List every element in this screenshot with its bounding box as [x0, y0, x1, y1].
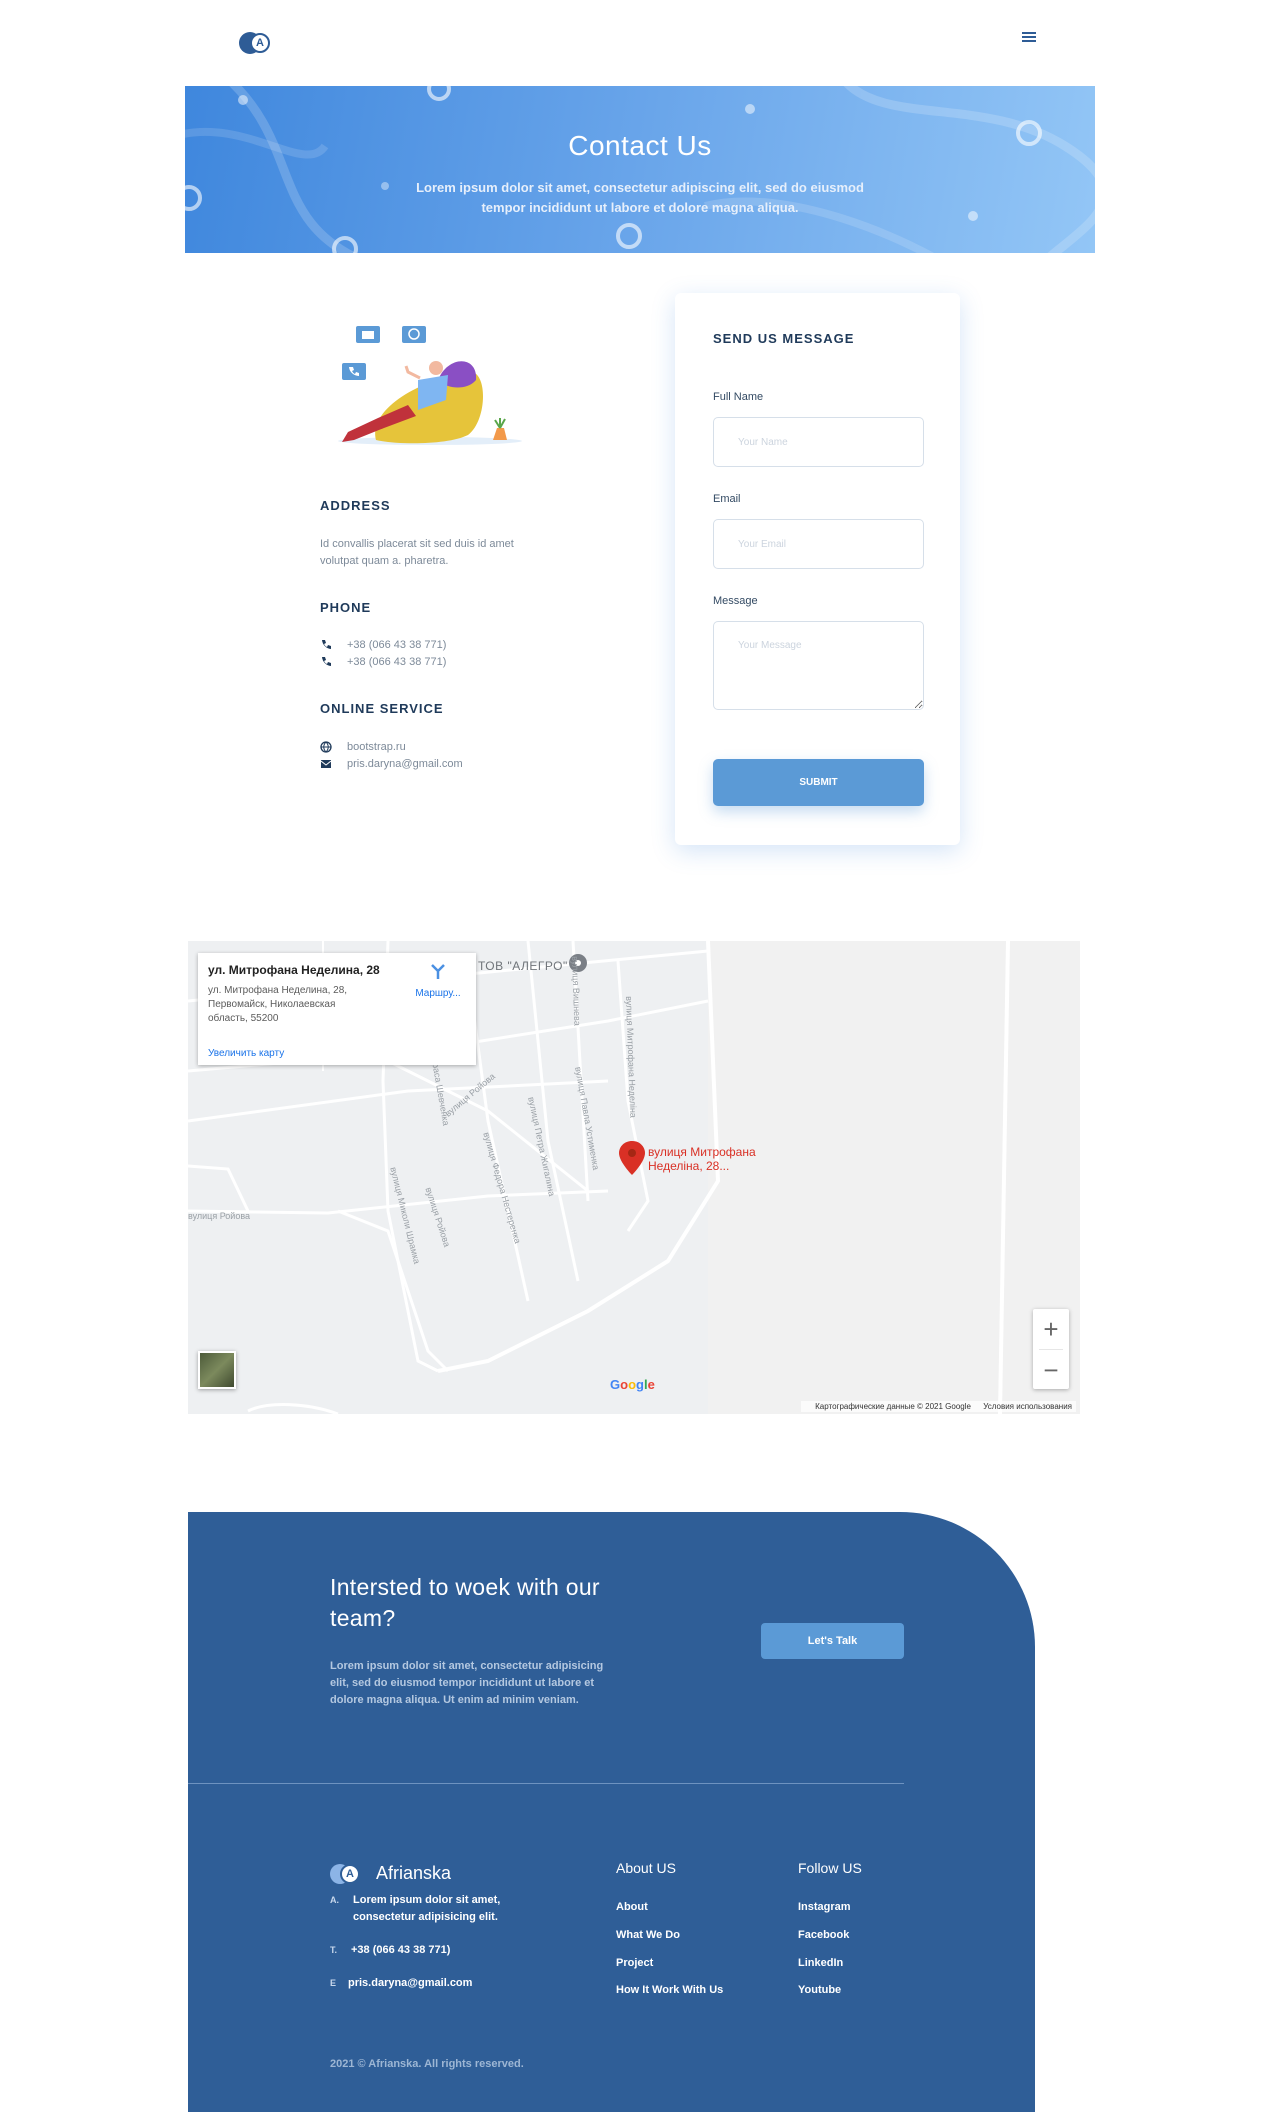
- address-heading: ADDRESS: [320, 498, 391, 513]
- location-pin-label[interactable]: вулиця Митрофана Неделіна, 28...: [648, 1145, 778, 1173]
- zoom-out-button[interactable]: −: [1033, 1350, 1069, 1390]
- footer-link-about[interactable]: About: [616, 1901, 648, 1913]
- footer: Intersted to woek with our team? Lorem i…: [188, 1512, 1035, 2112]
- lets-talk-button[interactable]: Let's Talk: [761, 1623, 904, 1659]
- footer-logo-letter: A: [340, 1863, 360, 1884]
- address-key: A.: [330, 1895, 339, 1905]
- footer-link-linkedin[interactable]: LinkedIn: [798, 1957, 843, 1969]
- map-data-text: Картографические данные © 2021 Google: [815, 1402, 971, 1411]
- phone-number: +38 (066 43 38 771): [347, 639, 447, 651]
- phone-key: T.: [330, 1945, 338, 1955]
- footer-link-project[interactable]: Project: [616, 1957, 653, 1969]
- footer-divider: [188, 1783, 904, 1784]
- footer-link-youtube[interactable]: Youtube: [798, 1984, 841, 1996]
- address-text: Id convallis placerat sit sed duis id am…: [320, 538, 514, 567]
- copyright: 2021 © Afrianska. All rights reserved.: [330, 2058, 524, 2070]
- hero-decoration: [185, 86, 1095, 253]
- footer-address: Lorem ipsum dolor sit amet, consectetur …: [353, 1894, 501, 1923]
- phone-icon: [322, 640, 331, 649]
- logo-letter: A: [250, 33, 270, 53]
- phone-heading: PHONE: [320, 600, 372, 615]
- footer-link-facebook[interactable]: Facebook: [798, 1929, 849, 1941]
- mail-icon: [320, 760, 332, 768]
- place-title: ул. Митрофана Неделина, 28: [208, 963, 380, 977]
- footer-link-how-it-works[interactable]: How It Work With Us: [616, 1984, 723, 1996]
- online-service-heading: ONLINE SERVICE: [320, 701, 444, 716]
- cta-title: Intersted to woek with our team?: [330, 1574, 600, 1631]
- terms-link[interactable]: Условия использования: [983, 1402, 1072, 1411]
- hero-banner: Contact Us Lorem ipsum dolor sit amet, c…: [185, 86, 1095, 253]
- footer-email[interactable]: pris.daryna@gmail.com: [348, 1975, 472, 1992]
- message-label: Message: [713, 595, 758, 607]
- zoom-controls: + −: [1033, 1309, 1069, 1389]
- footer-link-instagram[interactable]: Instagram: [798, 1901, 851, 1913]
- globe-icon: [320, 741, 332, 753]
- follow-heading: Follow US: [798, 1860, 862, 1876]
- directions-icon: [431, 964, 445, 979]
- email-key: E: [330, 1978, 337, 1988]
- footer-brand[interactable]: A Afrianska: [330, 1863, 451, 1884]
- phone-number: +38 (066 43 38 771): [347, 656, 447, 668]
- cta-text: Lorem ipsum dolor sit amet, consectetur …: [330, 1660, 604, 1706]
- google-map[interactable]: вулиця Ройова вулиця Ройова вулиця Ройов…: [188, 941, 1080, 1414]
- form-title: SEND US MESSAGE: [713, 331, 855, 346]
- submit-button[interactable]: SUBMIT: [713, 759, 924, 806]
- about-heading: About US: [616, 1860, 676, 1876]
- message-field[interactable]: [713, 621, 924, 710]
- directions-button[interactable]: Маршру...: [408, 963, 468, 999]
- website-link: bootstrap.ru: [347, 741, 406, 753]
- place-card: ул. Митрофана Неделина, 28 ул. Митрофана…: [198, 953, 476, 1065]
- full-name-field[interactable]: [713, 417, 924, 467]
- contact-illustration: [338, 326, 522, 445]
- footer-phone[interactable]: +38 (066 43 38 771): [351, 1942, 450, 1959]
- message-form-card: SEND US MESSAGE Full Name Email Message …: [675, 293, 960, 845]
- enlarge-map-link[interactable]: Увеличить карту: [208, 1048, 284, 1059]
- place-address: ул. Митрофана Неделина, 28, Первомайск, …: [208, 985, 348, 1024]
- map-attribution: Картографические данные © 2021 Google Ус…: [801, 1401, 1076, 1412]
- page-title: Contact Us: [568, 130, 712, 161]
- brand-name: Afrianska: [376, 1863, 452, 1883]
- footer-logo: A: [330, 1863, 362, 1884]
- footer-link-what-we-do[interactable]: What We Do: [616, 1929, 680, 1941]
- hamburger-menu-icon[interactable]: [1020, 30, 1040, 46]
- directions-label: Маршру...: [415, 988, 461, 999]
- satellite-toggle[interactable]: [198, 1351, 236, 1389]
- email-row[interactable]: pris.daryna@gmail.com: [320, 758, 463, 770]
- street-label: вулиця Ройова: [188, 1211, 251, 1221]
- email-link: pris.daryna@gmail.com: [347, 758, 463, 770]
- logo[interactable]: A: [239, 32, 273, 54]
- hero-subtitle: Lorem ipsum dolor sit amet, consectetur …: [416, 180, 864, 215]
- email-field[interactable]: [713, 519, 924, 569]
- poi-label: ТОВ "АЛЕГРО": [478, 959, 568, 973]
- contact-page: A Contact Us Lorem ipsum dolor sit amet,…: [0, 0, 1263, 2112]
- full-name-label: Full Name: [713, 391, 764, 403]
- phone-row-1[interactable]: +38 (066 43 38 771): [320, 639, 446, 651]
- phone-icon: [322, 657, 331, 666]
- google-logo: Google: [610, 1377, 655, 1392]
- phone-row-2[interactable]: +38 (066 43 38 771): [320, 656, 446, 668]
- website-row[interactable]: bootstrap.ru: [320, 741, 406, 753]
- zoom-in-button[interactable]: +: [1033, 1309, 1069, 1349]
- email-label: Email: [713, 493, 741, 505]
